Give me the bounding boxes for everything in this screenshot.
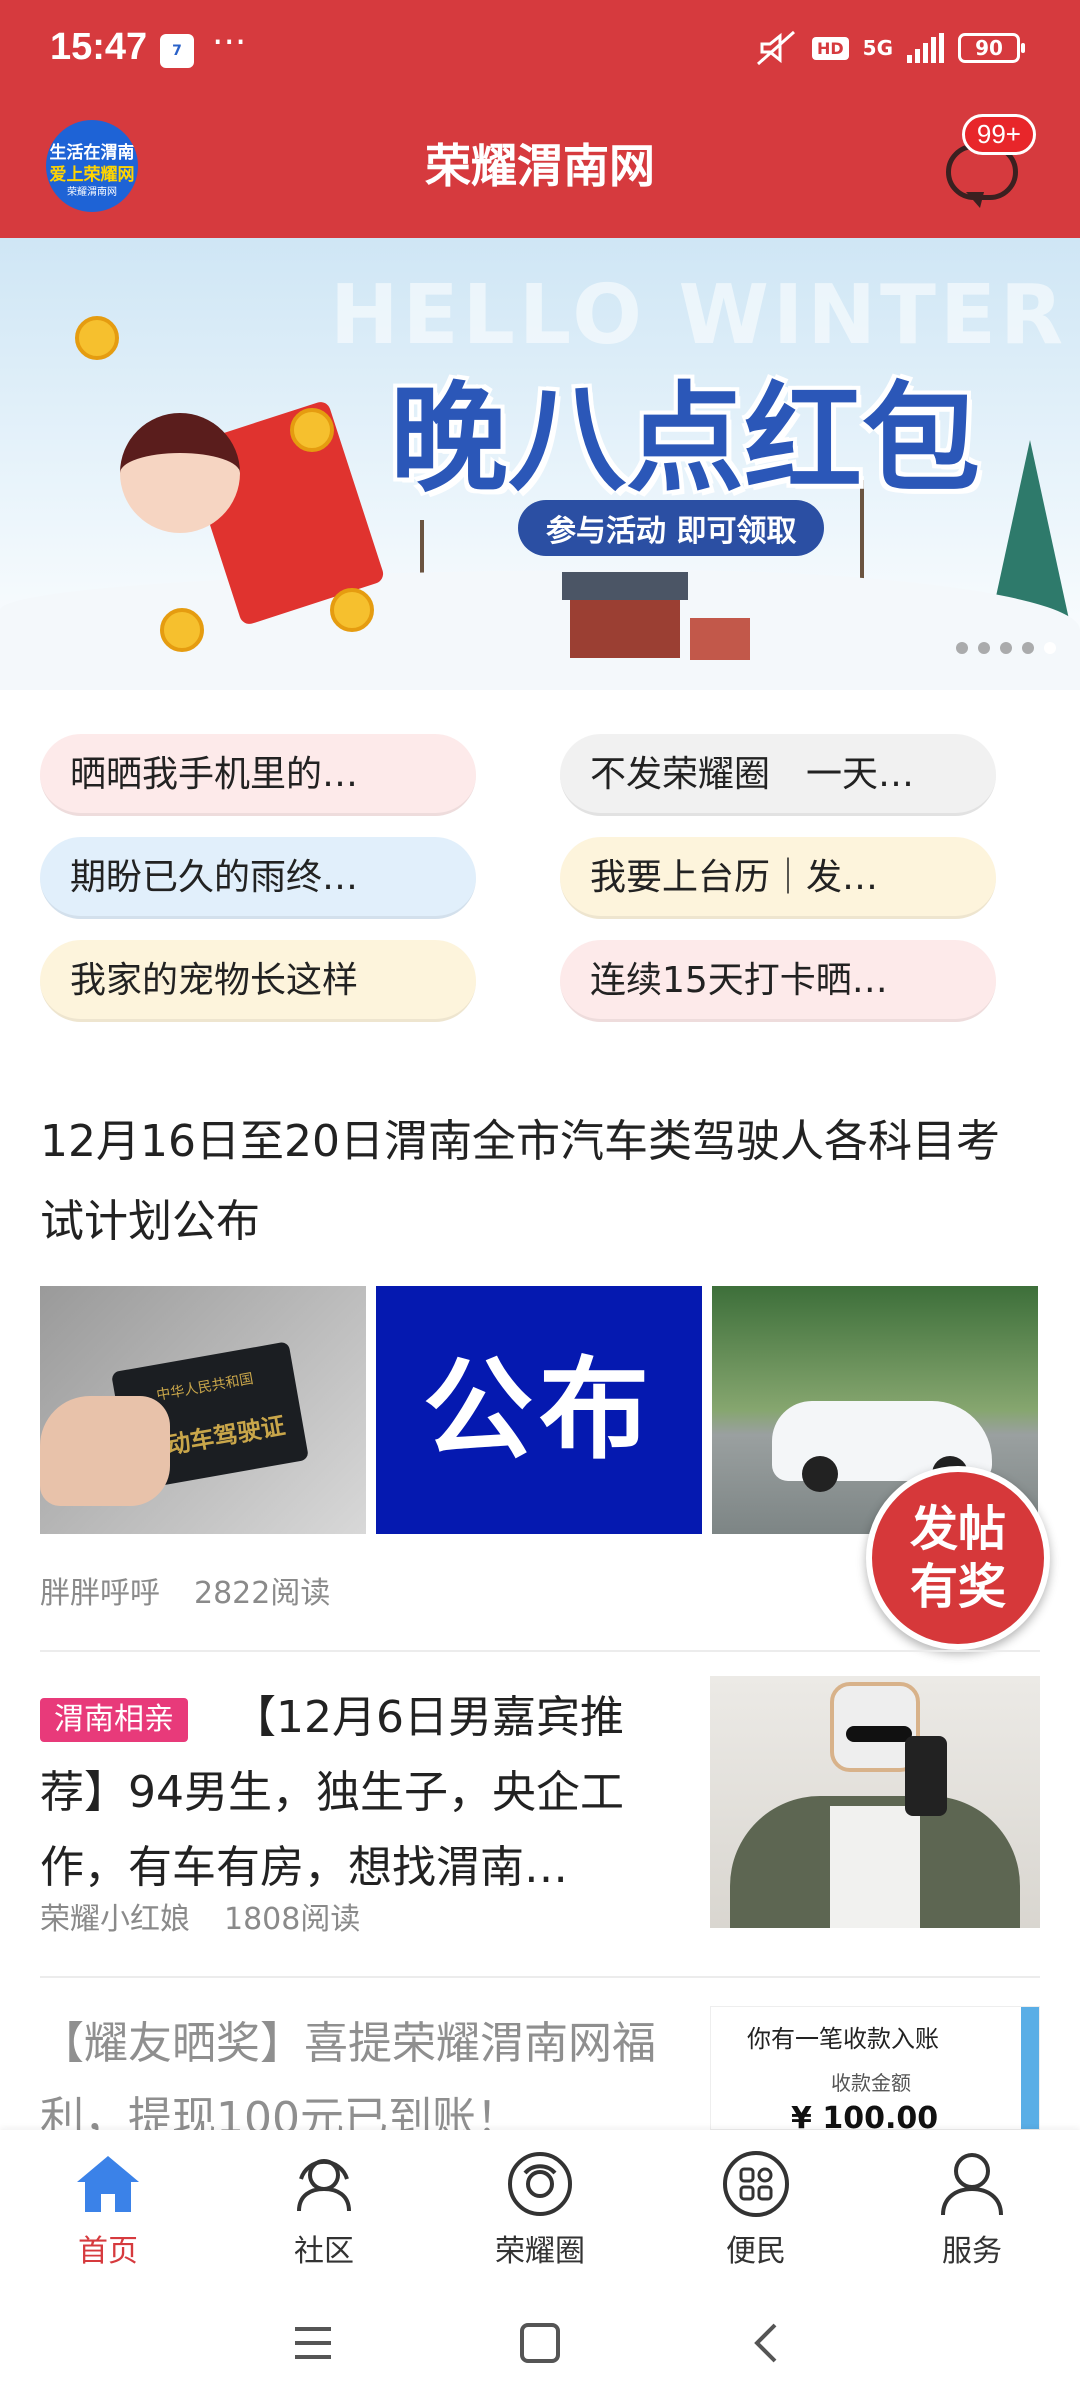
community-icon — [297, 2159, 351, 2212]
topic-chip[interactable]: 晒晒我手机里的… — [40, 734, 476, 816]
mute-icon — [756, 30, 795, 66]
notification-app-icon: 7 — [160, 34, 194, 68]
status-icons: HD 5G 90 — [754, 28, 1025, 68]
article-author: 胖胖呼呼 — [40, 1576, 160, 1611]
topic-chip[interactable]: 连续15天打卡晒… — [560, 940, 996, 1022]
tab-label: 便民 — [726, 2234, 786, 2269]
circle-icon — [508, 2152, 572, 2216]
carousel-dot — [1022, 642, 1034, 654]
tab-circle[interactable]: 荣耀圈 — [470, 2142, 610, 2286]
fab-line-1: 发帖 — [909, 1501, 1006, 1557]
hd-icon: HD — [811, 36, 849, 60]
topic-chip[interactable]: 不发荣耀圈 一天… — [560, 734, 996, 816]
category-tag[interactable]: 渭南相亲 — [40, 1698, 188, 1742]
fab-line-2: 有奖 — [909, 1559, 1006, 1615]
phone-illustration — [905, 1736, 947, 1816]
tab-label: 服务 — [942, 2234, 1002, 2269]
topic-chip[interactable]: 期盼已久的雨终… — [40, 837, 476, 919]
bottom-tab-bar: 首页 社区 荣耀圈 便民 服务 — [0, 2130, 1080, 2286]
receipt-amount: ¥ 100.00 — [791, 2101, 939, 2130]
article-title[interactable]: 【耀友晒奖】喜提荣耀渭南网福利，提现100元已到账！ — [40, 2006, 680, 2130]
messages-button[interactable]: 99+ — [936, 114, 1036, 214]
tab-service[interactable]: 服务 — [902, 2142, 1042, 2286]
license-caption: 中华人民共和国 — [155, 1371, 255, 1404]
carousel-dot — [1000, 642, 1012, 654]
receipt-line-2: 收款金额 — [831, 2071, 911, 2095]
mascot-illustration — [120, 413, 240, 533]
status-time: 15:47 — [50, 26, 148, 68]
more-notifications-icon: ··· — [212, 22, 247, 63]
article-reads: 1808阅读 — [224, 1902, 361, 1937]
tab-convenience[interactable]: 便民 — [686, 2142, 826, 2286]
back-icon[interactable] — [745, 2321, 789, 2365]
carousel-dot — [978, 642, 990, 654]
signal-icon — [907, 33, 944, 63]
tab-label: 首页 — [78, 2234, 138, 2269]
message-count-badge: 99+ — [961, 114, 1036, 155]
topic-chip[interactable]: 我家的宠物长这样 — [40, 940, 476, 1022]
status-bar: 15:47 7 ··· HD 5G 90 — [0, 0, 1080, 100]
article-reads: 2822阅读 — [194, 1576, 331, 1611]
coin-icon — [75, 316, 119, 360]
battery-level: 90 — [975, 36, 1003, 60]
article-meta: 荣耀小红娘 1808阅读 — [40, 1894, 360, 1938]
article-title[interactable]: 12月16日至20日渭南全市汽车类驾驶人各科目考试计划公布 — [40, 1102, 1040, 1262]
home-icon — [77, 2156, 139, 2212]
announcement-poster: 公布 — [376, 1286, 702, 1534]
tab-label: 社区 — [294, 2234, 354, 2269]
topic-chips: 晒晒我手机里的… 不发荣耀圈 一天… 期盼已久的雨终… 我要上台历｜发… 我家的… — [40, 734, 1040, 1022]
banner-headline: 晚八点红包 — [390, 370, 981, 508]
poster-text: 公布 — [423, 1346, 655, 1474]
tab-home[interactable]: 首页 — [38, 2142, 178, 2286]
article-author: 荣耀小红娘 — [40, 1902, 190, 1937]
carousel-dot — [956, 642, 968, 654]
house-illustration — [562, 572, 688, 658]
article-meta: 胖胖呼呼 2822阅读 — [40, 1568, 330, 1612]
person-icon — [941, 2153, 1003, 2216]
license-photo: 中华人民共和国 机动车驾驶证 — [40, 1286, 366, 1534]
home-square-icon[interactable] — [518, 2321, 562, 2365]
grid-icon — [723, 2151, 789, 2217]
divider — [40, 1976, 1040, 1978]
carousel-indicator — [956, 642, 1056, 654]
divider — [40, 1650, 1040, 1652]
menu-icon[interactable] — [291, 2323, 335, 2363]
carousel-dot-active — [1044, 642, 1056, 654]
notification-badge: 7 — [172, 43, 182, 59]
tab-community[interactable]: 社区 — [254, 2142, 394, 2286]
network-type: 5G — [862, 36, 893, 60]
topic-chip[interactable]: 我要上台历｜发… — [560, 837, 996, 919]
app-bar: 生活在渭南 爱上荣耀网 荣耀渭南网 荣耀渭南网 99+ — [0, 100, 1080, 238]
banner-subtitle: 参与活动 即可领取 — [518, 500, 825, 556]
article-title[interactable]: 渭南相亲 【12月6日男嘉宾推荐】94男生，独生子，央企工作，有车有房，想找渭南… — [40, 1680, 680, 1905]
battery-icon: 90 — [958, 33, 1025, 63]
system-navigation-bar — [0, 2286, 1080, 2400]
promo-banner[interactable]: HELLO WINTER 晚八点红包 参与活动 即可领取 — [0, 238, 1080, 690]
receipt-line-1: 你有一笔收款入账 — [747, 2025, 939, 2053]
page-title: 荣耀渭南网 — [425, 139, 655, 193]
post-reward-button[interactable]: 发帖 有奖 — [866, 1466, 1050, 1650]
article-thumbnail[interactable]: 你有一笔收款入账 收款金额 ¥ 100.00 — [710, 2006, 1040, 2130]
article-thumbnail[interactable] — [710, 1676, 1040, 1928]
tab-label: 荣耀圈 — [495, 2234, 585, 2269]
